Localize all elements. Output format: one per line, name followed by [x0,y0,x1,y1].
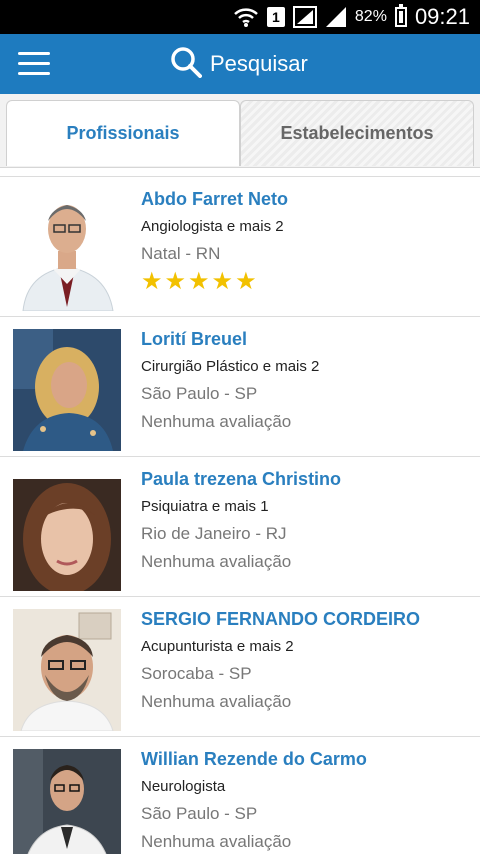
professional-specialty: Psiquiatra e mais 1 [141,498,269,515]
professional-specialty: Acupunturista e mais 2 [141,638,294,655]
professional-city: São Paulo - SP [141,384,258,403]
list-item[interactable]: Abdo Farret Neto Angiologista e mais 2 N… [0,176,480,316]
professional-info: Abdo Farret Neto Angiologista e mais 2 N… [141,187,472,295]
professional-specialty: Angiologista e mais 2 [141,218,284,235]
tab-profissionais[interactable]: Profissionais [6,100,240,166]
professional-name: Abdo Farret Neto [141,189,289,209]
tab-estabelecimentos[interactable]: Estabelecimentos [240,100,474,166]
hamburger-line [18,72,50,75]
wifi-icon [233,6,259,28]
rating-text: Nenhuma avaliação [141,832,292,851]
professional-city: São Paulo - SP [141,804,258,823]
status-bar: 1 82% 09:21 [0,0,480,34]
search-label: Pesquisar [210,51,308,76]
profile-photo [13,609,121,731]
hamburger-icon [18,52,50,55]
professional-name: Paula trezena Christino [141,469,342,489]
professional-info: SERGIO FERNANDO CORDEIRO Acupunturista e… [141,607,472,713]
profile-photo [13,469,121,591]
hamburger-line [18,62,50,65]
list-item[interactable]: Lorití Breuel Cirurgião Plástico e mais … [0,316,480,456]
sim-slot-icon: 1 [266,7,285,27]
professional-city: Sorocaba - SP [141,664,252,683]
menu-button[interactable] [18,52,50,78]
professional-name: Willian Rezende do Carmo [141,749,367,769]
professional-city: Natal - RN [141,244,221,263]
professional-city: Rio de Janeiro - RJ [141,524,287,543]
status-icons: 1 82% 09:21 [233,0,470,34]
profile-photo [13,749,121,854]
search-icon [170,46,202,83]
professional-specialty: Cirurgião Plástico e mais 2 [141,358,320,375]
app-bar: Pesquisar [0,34,480,94]
cell-signal-icon [325,6,347,28]
professional-info: Willian Rezende do Carmo Neurologista Sã… [141,747,472,853]
list-item[interactable]: Paula trezena Christino Psiquiatra e mai… [0,456,480,596]
tab-bar: Profissionais Estabelecimentos [0,94,480,168]
professional-name: Lorití Breuel [141,329,248,349]
profile-photo [13,189,121,311]
professional-specialty: Neurologista [141,778,226,795]
professionals-list: Abdo Farret Neto Angiologista e mais 2 N… [0,176,480,854]
search-button[interactable]: Pesquisar [170,44,308,84]
battery-percent: 82% [354,8,387,25]
rating-text: Nenhuma avaliação [141,692,292,711]
professional-info: Lorití Breuel Cirurgião Plástico e mais … [141,327,472,433]
profile-photo [13,329,121,451]
professional-info: Paula trezena Christino Psiquiatra e mai… [141,467,472,573]
list-item[interactable]: Willian Rezende do Carmo Neurologista Sã… [0,736,480,854]
data-signal-icon [292,6,317,28]
professional-name: SERGIO FERNANDO CORDEIRO [141,609,421,629]
list-item[interactable]: SERGIO FERNANDO CORDEIRO Acupunturista e… [0,596,480,736]
rating-text: Nenhuma avaliação [141,552,292,571]
battery-icon [394,4,407,27]
star-rating: ★★★★★ [141,268,259,295]
rating-text: Nenhuma avaliação [141,412,292,431]
clock: 09:21 [414,4,470,29]
